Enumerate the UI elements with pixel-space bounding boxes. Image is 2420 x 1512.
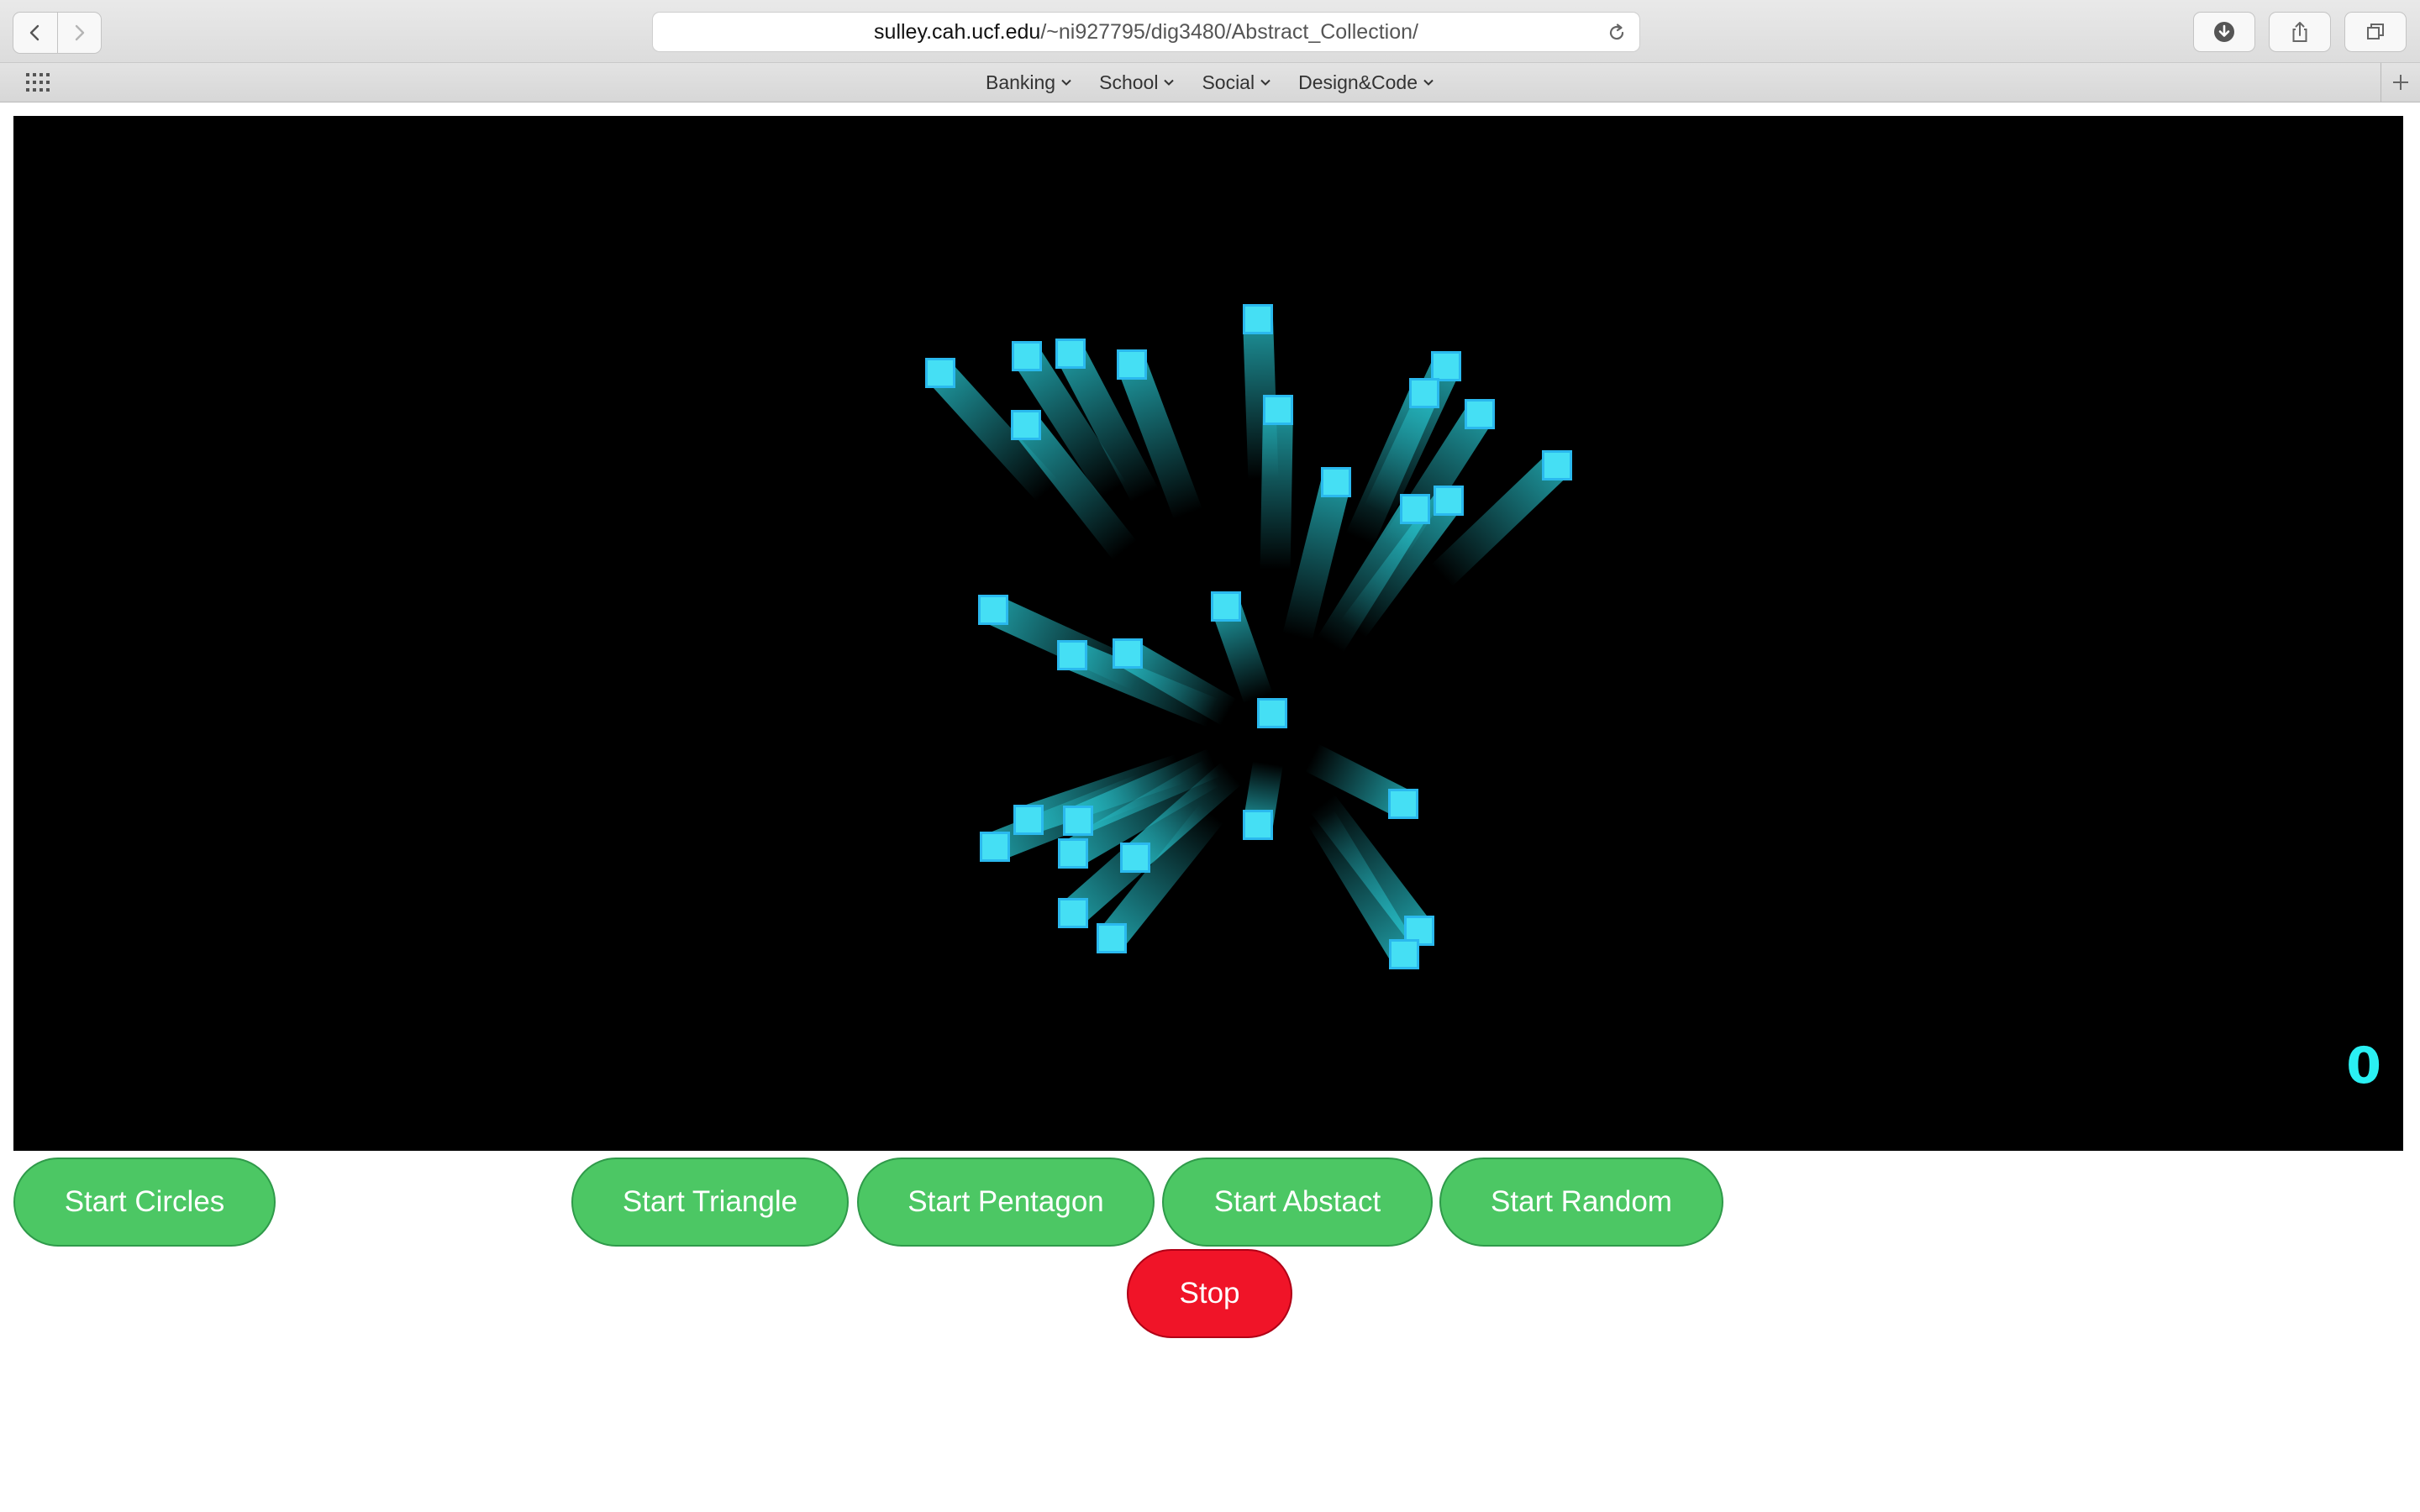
share-icon	[2292, 22, 2307, 42]
chevron-down-icon	[1260, 79, 1270, 86]
start-circles-button[interactable]: Start Circles	[13, 1158, 276, 1247]
particle-square	[925, 358, 955, 388]
particle-square	[1055, 339, 1086, 369]
favorite-social[interactable]: Social	[1202, 71, 1271, 94]
particle-square	[1063, 806, 1093, 836]
animation-canvas[interactable]: 0	[13, 116, 2403, 1151]
particle-square	[1434, 486, 1464, 516]
particle-square	[1389, 939, 1419, 969]
particle-square	[1058, 898, 1088, 928]
back-button[interactable]	[13, 13, 57, 53]
particle-trail	[1260, 409, 1293, 570]
plus-icon	[2393, 75, 2408, 90]
particle-square	[1013, 805, 1044, 835]
particle-square	[1120, 843, 1150, 873]
particle-square	[1057, 640, 1087, 670]
particle-square	[980, 832, 1010, 862]
forward-button[interactable]	[56, 13, 102, 53]
particle-square	[1113, 638, 1143, 669]
favorite-design-code[interactable]: Design&Code	[1298, 71, 1434, 94]
particle-square	[1243, 304, 1273, 334]
particle-square	[1211, 591, 1241, 622]
address-bar[interactable]: sulley.cah.ucf.edu/~ni927795/dig3480/Abs…	[652, 12, 1640, 52]
particle-square	[1465, 399, 1495, 429]
favorite-school[interactable]: School	[1099, 71, 1175, 94]
particle-square	[1257, 698, 1287, 728]
start-pentagon-button[interactable]: Start Pentagon	[857, 1158, 1155, 1247]
download-icon	[2214, 22, 2234, 42]
score-counter: 0	[2346, 1037, 2381, 1095]
start-triangle-button[interactable]: Start Triangle	[571, 1158, 849, 1247]
particle-square	[978, 595, 1008, 625]
stop-button[interactable]: Stop	[1127, 1249, 1292, 1338]
favorites-bar: Banking School Social Design&Code	[0, 63, 2420, 102]
chevron-down-icon	[1423, 79, 1434, 86]
particle-square	[1058, 838, 1088, 869]
particle-square	[1431, 351, 1461, 381]
start-abstract-button[interactable]: Start Abstact	[1162, 1158, 1433, 1247]
particle-square	[1263, 395, 1293, 425]
favorite-label: Banking	[985, 71, 1056, 93]
chevron-left-icon	[29, 24, 39, 41]
tabs-icon	[2367, 24, 2384, 39]
downloads-button[interactable]	[2193, 12, 2255, 52]
favorites-list: Banking School Social Design&Code	[0, 63, 2420, 102]
url-host: sulley.cah.ucf.edu	[874, 20, 1041, 44]
particle-square	[1321, 467, 1351, 497]
history-nav	[13, 12, 102, 54]
start-random-button[interactable]: Start Random	[1439, 1158, 1723, 1247]
particle-square	[1400, 494, 1430, 524]
particle-square	[1117, 349, 1147, 380]
particle-square	[1097, 923, 1127, 953]
share-button[interactable]	[2269, 12, 2331, 52]
url-path: /~ni927795/dig3480/Abstract_Collection/	[1040, 20, 1418, 44]
particle-square	[1011, 410, 1041, 440]
tabs-overview-button[interactable]	[2344, 12, 2407, 52]
particle-square	[1012, 341, 1042, 371]
url-text: sulley.cah.ucf.edu/~ni927795/dig3480/Abs…	[653, 13, 1639, 51]
favorite-label: Design&Code	[1298, 71, 1418, 93]
particle-square	[1388, 789, 1418, 819]
browser-toolbar: sulley.cah.ucf.edu/~ni927795/dig3480/Abs…	[0, 0, 2420, 63]
particle-square	[1409, 378, 1439, 408]
chevron-down-icon	[1061, 79, 1071, 86]
favorite-label: School	[1099, 71, 1159, 93]
new-tab-button[interactable]	[2381, 63, 2420, 102]
favorite-label: Social	[1202, 71, 1255, 93]
chevron-down-icon	[1164, 79, 1175, 86]
chevron-right-icon	[76, 24, 85, 41]
reload-icon[interactable]	[1606, 22, 1628, 44]
favorite-banking[interactable]: Banking	[986, 71, 1072, 94]
particle-square	[1542, 450, 1572, 480]
particle-square	[1243, 810, 1273, 840]
